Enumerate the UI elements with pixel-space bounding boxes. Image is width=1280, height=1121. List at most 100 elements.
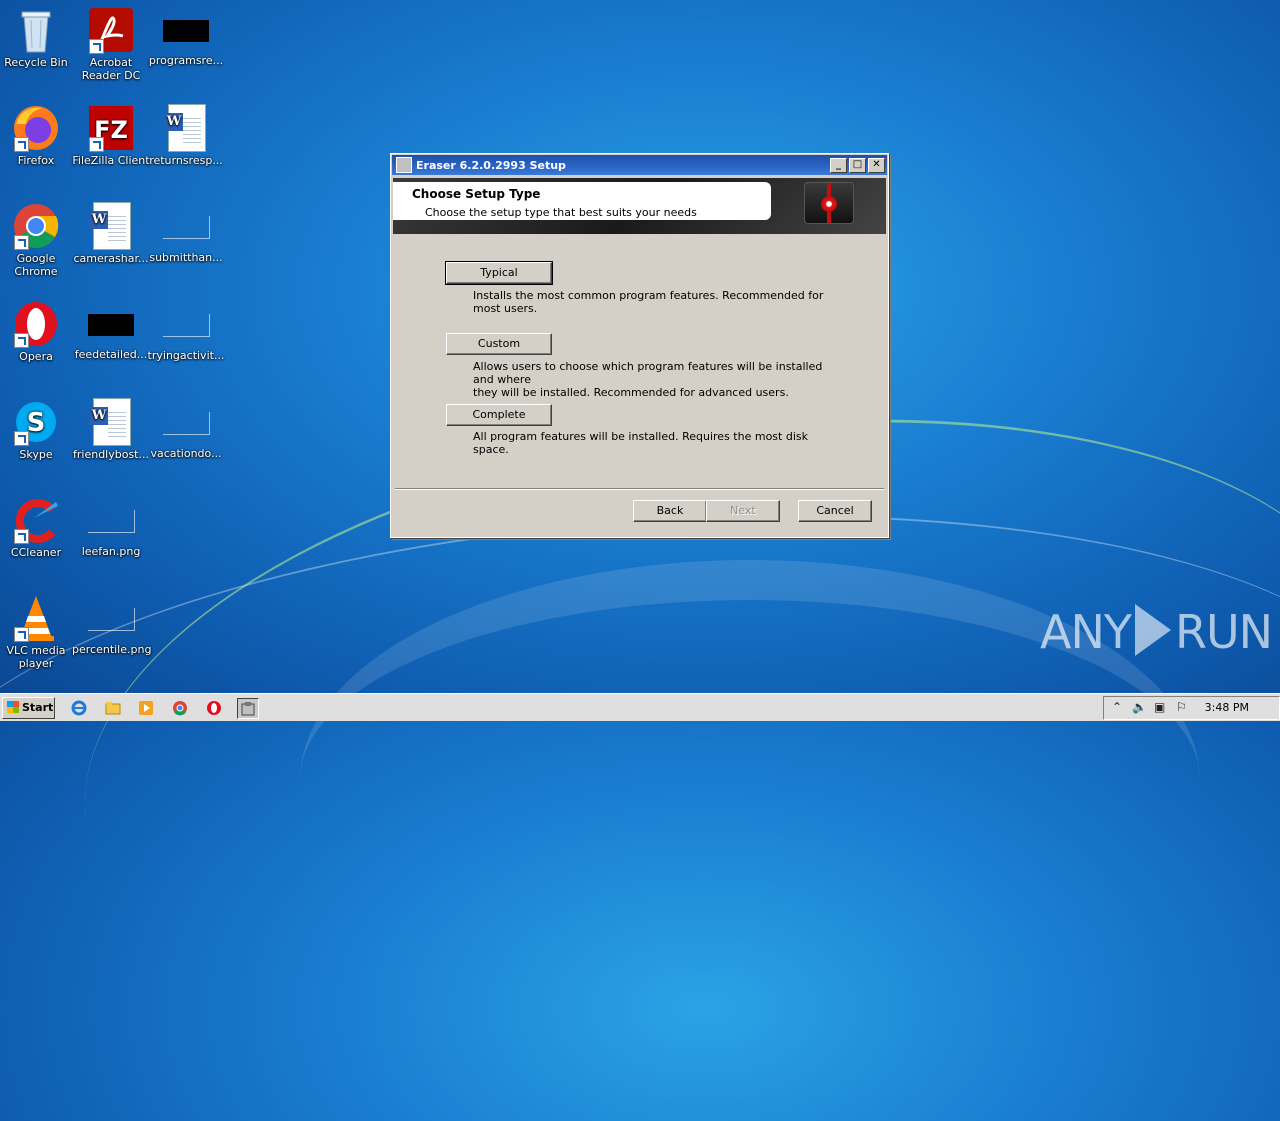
desktop-icon-tryingactivit[interactable]: tryingactivit... [147, 300, 225, 362]
desktop-icon-recycle-bin[interactable]: Recycle Bin [0, 6, 75, 69]
dialog-title: Eraser 6.2.0.2993 Setup [416, 158, 566, 172]
desktop-icon-percentile[interactable]: percentile.png [72, 594, 152, 656]
complete-button[interactable]: Complete [446, 404, 552, 426]
svg-text:S: S [27, 408, 46, 438]
watermark-right: RUN [1174, 605, 1273, 659]
desktop-icon-label: vacationdo... [150, 447, 222, 460]
word-document-icon: W [87, 398, 135, 446]
installer-icon [396, 157, 412, 173]
dialog-titlebar[interactable]: Eraser 6.2.0.2993 Setup _ □ ✕ [392, 155, 887, 175]
desktop-icon-label: Opera [19, 350, 53, 363]
next-button[interactable]: Next [706, 500, 780, 522]
file-thumbnail-icon [162, 412, 210, 435]
desktop-icon-ccleaner[interactable]: CCleaner [0, 496, 75, 559]
watermark-left: ANY [1040, 605, 1132, 659]
desktop-icon-label: programsre... [148, 54, 224, 67]
file-thumbnail-icon [162, 314, 210, 337]
chrome-icon [12, 202, 60, 250]
desktop-icon-label: submitthan... [149, 251, 223, 264]
system-tray: ⌃ 🔈 ▣ ⚐ 3:48 PM [1103, 696, 1280, 720]
eraser-box-icon [804, 182, 854, 224]
filezilla-icon: FZ [87, 104, 135, 152]
setup-dialog: Eraser 6.2.0.2993 Setup _ □ ✕ Choose Set… [390, 153, 889, 538]
internet-explorer-icon[interactable] [69, 698, 89, 717]
typical-button[interactable]: Typical [445, 261, 553, 285]
action-center-flag-icon[interactable]: ⚐ [1176, 700, 1187, 714]
back-button[interactable]: Back [633, 500, 707, 522]
desktop-icon-label: tryingactivit... [147, 349, 225, 362]
desktop-icon-label: FileZilla Client [72, 154, 150, 167]
custom-button[interactable]: Custom [446, 333, 552, 355]
desktop-icon-submitthan[interactable]: submitthan... [147, 202, 225, 264]
desktop-icon-label: feedetailed... [74, 348, 148, 361]
close-button[interactable]: ✕ [868, 157, 885, 173]
firefox-icon [12, 104, 60, 152]
desktop-icon-acrobat[interactable]: Acrobat Reader DC [72, 6, 150, 82]
desktop-icon-label: leefan.png [81, 545, 141, 558]
play-logo-icon [1134, 604, 1171, 656]
banner-panel: Choose Setup Type Choose the setup type … [393, 182, 771, 220]
clock[interactable]: 3:48 PM [1205, 701, 1249, 714]
installer-taskbar-icon[interactable] [237, 698, 259, 719]
anyrun-watermark: ANY RUN [1040, 604, 1273, 659]
desktop-icon-returnsresp[interactable]: W returnsresp... [147, 104, 225, 167]
banner-subtitle: Choose the setup type that best suits yo… [425, 206, 697, 219]
black-thumbnail-icon [163, 20, 209, 42]
desktop-icon-friendlybost[interactable]: W friendlybost... [72, 398, 150, 461]
desktop-icon-label: percentile.png [72, 643, 152, 656]
media-player-icon[interactable] [136, 698, 156, 717]
word-document-icon: W [162, 104, 210, 152]
custom-description-line1: Allows users to choose which program fea… [473, 360, 823, 386]
image-thumbnail-icon [87, 608, 135, 631]
button-separator [395, 488, 884, 490]
word-document-icon: W [87, 202, 135, 250]
cancel-button[interactable]: Cancel [798, 500, 872, 522]
desktop-icon-vacationdo[interactable]: vacationdo... [147, 398, 225, 460]
desktop-icon-label: camerashar... [73, 252, 149, 265]
desktop-icon-label: Firefox [17, 154, 55, 167]
desktop-icon-opera[interactable]: Opera [0, 300, 75, 363]
volume-icon[interactable]: 🔈 [1132, 700, 1147, 714]
desktop-icon-leefan[interactable]: leefan.png [72, 496, 150, 558]
dialog-banner: Choose Setup Type Choose the setup type … [393, 178, 886, 234]
complete-description: All program features will be installed. … [473, 430, 808, 456]
show-hidden-icons-icon[interactable]: ⌃ [1112, 700, 1122, 714]
desktop-icon-label: Acrobat Reader DC [81, 56, 141, 82]
desktop-icon-label: VLC media player [6, 644, 66, 670]
desktop-icon-vlc[interactable]: VLC media player [0, 594, 75, 670]
file-thumbnail-icon [162, 216, 210, 239]
desktop-icon-google-chrome[interactable]: Google Chrome [0, 202, 75, 278]
skype-icon: S [12, 398, 60, 446]
desktop-icon-programsre[interactable]: programsre... [147, 6, 225, 67]
network-icon[interactable]: ▣ [1154, 700, 1165, 714]
windows-logo-icon [7, 701, 19, 713]
desktop-icon-firefox[interactable]: Firefox [0, 104, 75, 167]
ccleaner-icon [12, 496, 60, 544]
file-explorer-icon[interactable] [103, 698, 123, 717]
minimize-button[interactable]: _ [830, 157, 847, 173]
desktop-icon-filezilla[interactable]: FZ FileZilla Client [72, 104, 150, 167]
banner-title: Choose Setup Type [412, 187, 541, 201]
acrobat-icon [87, 6, 135, 54]
taskbar: Start ⌃ 🔈 ▣ ⚐ 3:48 PM [0, 693, 1280, 721]
start-button[interactable]: Start [2, 697, 55, 719]
desktop-icon-label: friendlybost... [73, 448, 149, 461]
desktop-icon-feedetailed[interactable]: feedetailed... [72, 300, 150, 361]
custom-description: Allows users to choose which program fea… [473, 360, 843, 399]
black-thumbnail-icon [88, 314, 134, 336]
desktop-icon-skype[interactable]: S Skype [0, 398, 75, 461]
desktop-icon-label: returnsresp... [149, 154, 223, 167]
desktop-icon-camerashar[interactable]: W camerashar... [72, 202, 150, 265]
opera-taskbar-icon[interactable] [204, 698, 224, 717]
desktop-icon-label: Recycle Bin [4, 56, 68, 69]
recycle-bin-icon [12, 6, 60, 54]
opera-icon [12, 300, 60, 348]
maximize-button[interactable]: □ [849, 157, 866, 173]
vlc-icon [12, 594, 60, 642]
typical-description: Installs the most common program feature… [473, 289, 824, 315]
custom-description-line2: they will be installed. Recommended for … [473, 386, 789, 399]
image-thumbnail-icon [87, 510, 135, 533]
chrome-taskbar-icon[interactable] [170, 698, 190, 717]
desktop-icon-label: Google Chrome [14, 252, 58, 278]
start-label: Start [22, 701, 54, 714]
